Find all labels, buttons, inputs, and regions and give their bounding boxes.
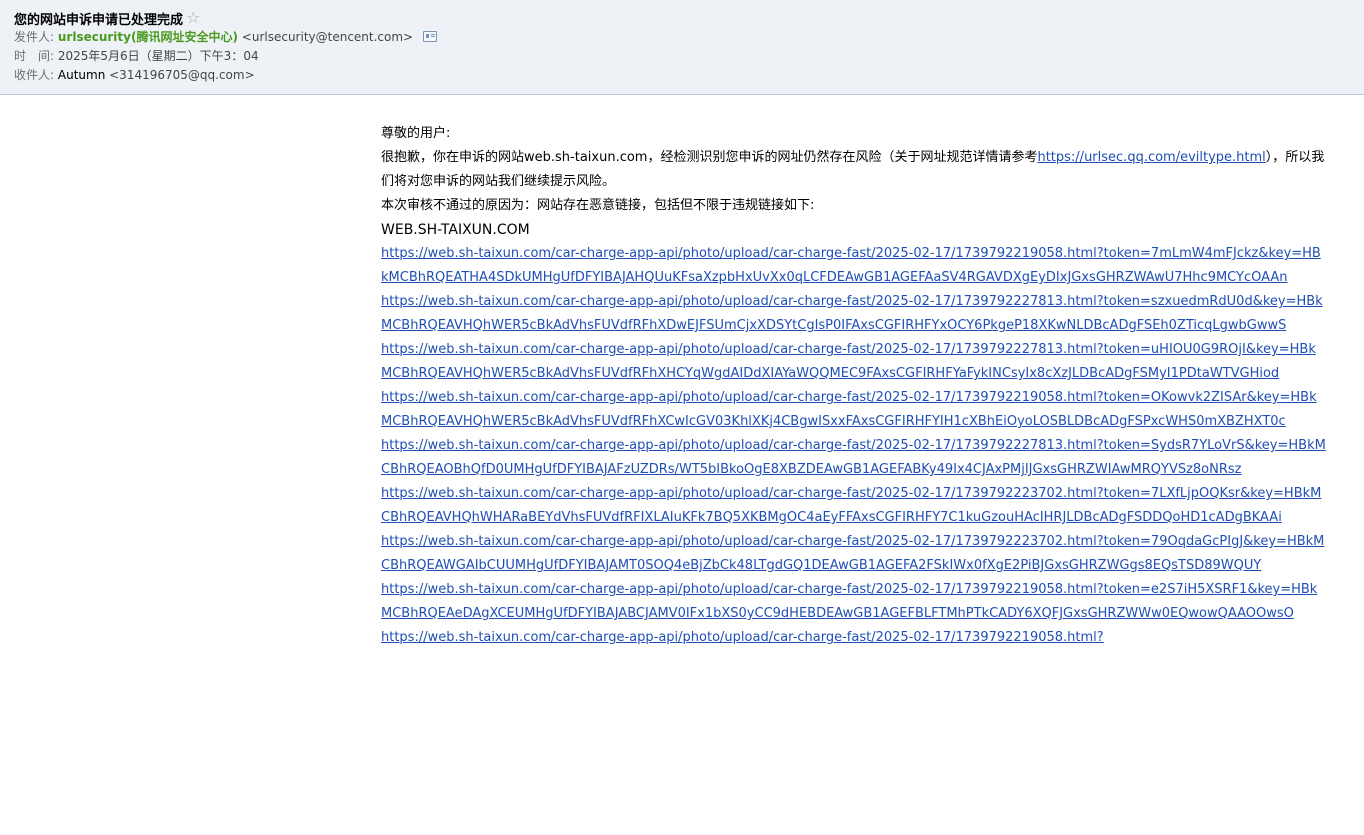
violation-link[interactable]: https://web.sh-taixun.com/car-charge-app… <box>381 482 1326 530</box>
time-value: 2025年5月6日（星期二）下午3：04 <box>57 49 259 63</box>
domain-text: WEB.SH-TAIXUN.COM <box>381 222 530 238</box>
star-icon[interactable]: ☆ <box>186 10 200 26</box>
apology-text: 很抱歉，你在申诉的网站web.sh-taixun.com，经检测识别您申诉的网址… <box>381 150 1038 165</box>
email-header: 您的网站申诉申请已处理完成 ☆ 发件人: urlsecurity(腾讯网址安全中… <box>0 0 1364 95</box>
from-label: 发件人: <box>14 30 55 44</box>
violation-link[interactable]: https://web.sh-taixun.com/car-charge-app… <box>381 578 1326 626</box>
violation-link[interactable]: https://web.sh-taixun.com/car-charge-app… <box>381 386 1326 434</box>
sender-name[interactable]: urlsecurity(腾讯网址安全中心) <box>58 30 238 44</box>
email-subject: 您的网站申诉申请已处理完成 <box>14 12 184 28</box>
recipient-email: <314196705@qq.com> <box>109 68 255 82</box>
to-label: 收件人: <box>14 68 55 82</box>
time-label: 时 间: <box>14 49 55 63</box>
from-row: 发件人: urlsecurity(腾讯网址安全中心) <urlsecurity@… <box>14 28 1364 47</box>
contact-card-icon[interactable] <box>422 31 437 42</box>
to-row: 收件人: Autumn <314196705@qq.com> <box>14 66 1364 85</box>
greeting: 尊敬的用户: <box>381 126 451 141</box>
url-list: https://web.sh-taixun.com/car-charge-app… <box>381 242 1326 650</box>
violation-link[interactable]: https://web.sh-taixun.com/car-charge-app… <box>381 434 1326 482</box>
recipient-name[interactable]: Autumn <box>58 68 105 82</box>
violation-link[interactable]: https://web.sh-taixun.com/car-charge-app… <box>381 338 1326 386</box>
reference-link[interactable]: https://urlsec.qq.com/eviltype.html <box>1037 150 1265 165</box>
violation-link[interactable]: https://web.sh-taixun.com/car-charge-app… <box>381 530 1326 578</box>
email-body: 尊敬的用户: 很抱歉，你在申诉的网站web.sh-taixun.com，经检测识… <box>381 122 1326 650</box>
time-row: 时 间: 2025年5月6日（星期二）下午3：04 <box>14 47 1364 66</box>
sender-email: <urlsecurity@tencent.com> <box>241 30 414 44</box>
violation-link[interactable]: https://web.sh-taixun.com/car-charge-app… <box>381 290 1326 338</box>
subject-row: 您的网站申诉申请已处理完成 ☆ <box>14 8 1364 28</box>
apology-paragraph: 很抱歉，你在申诉的网站web.sh-taixun.com，经检测识别您申诉的网址… <box>381 146 1326 194</box>
reason-text: 本次审核不通过的原因为：网站存在恶意链接，包括但不限于违规链接如下: <box>381 198 815 213</box>
violation-link[interactable]: https://web.sh-taixun.com/car-charge-app… <box>381 242 1326 290</box>
violation-link[interactable]: https://web.sh-taixun.com/car-charge-app… <box>381 626 1326 650</box>
